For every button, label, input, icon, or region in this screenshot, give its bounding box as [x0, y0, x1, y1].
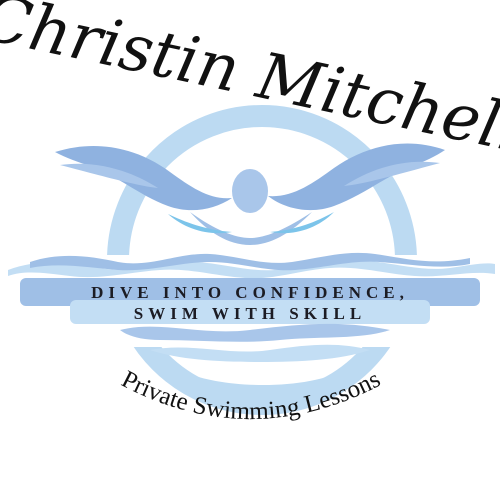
- logo-canvas: Christin Mitchell DIVE INTO CONFIDENCE, …: [0, 0, 500, 500]
- swimmer-head: [232, 169, 268, 213]
- tagline-line-1: DIVE INTO CONFIDENCE,: [91, 283, 409, 302]
- swimmer-emblem-icon: Christin Mitchell DIVE INTO CONFIDENCE, …: [0, 0, 500, 425]
- wave-lower-2: [150, 344, 370, 362]
- splash-right: [270, 212, 334, 234]
- brand-signature: Christin Mitchell: [0, 0, 500, 167]
- tagline-line-2: SWIM WITH SKILL: [134, 304, 366, 323]
- splash-left: [168, 214, 232, 234]
- swimmer-left-wing: [55, 145, 232, 211]
